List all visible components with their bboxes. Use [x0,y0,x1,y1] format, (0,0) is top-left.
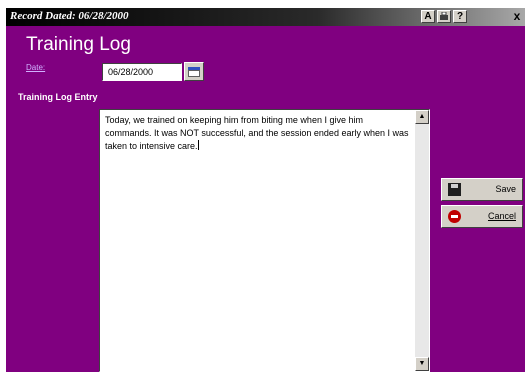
title-bar: Record Dated: 06/28/2000 A ? x [6,8,525,26]
font-button[interactable]: A [421,10,435,23]
entry-text-content: Today, we trained on keeping him from bi… [105,115,409,151]
cancel-button[interactable]: Cancel [441,205,523,228]
window-title: Record Dated: 06/28/2000 [10,10,129,22]
close-button[interactable]: x [511,9,523,23]
stop-icon [448,210,461,223]
vertical-scrollbar[interactable]: ▲ ▼ [415,110,429,371]
scroll-down-arrow-icon[interactable]: ▼ [415,357,429,371]
text-caret [197,140,199,150]
help-button[interactable]: ? [453,10,467,23]
app-window: Record Dated: 06/28/2000 A ? x Training … [6,8,525,372]
print-icon[interactable] [437,10,451,23]
page-title: Training Log [26,34,131,55]
entry-section-label: Training Log Entry [18,92,98,102]
calendar-button[interactable] [184,62,204,81]
scroll-up-arrow-icon[interactable]: ▲ [415,110,429,124]
date-label: Date: [26,63,46,72]
floppy-disk-icon [448,183,461,196]
date-field[interactable] [102,63,182,81]
save-button[interactable]: Save [441,178,523,201]
training-log-entry-textarea[interactable]: Today, we trained on keeping him from bi… [99,109,430,372]
cancel-button-label: Cancel [487,211,516,221]
save-button-label: Save [495,184,516,194]
